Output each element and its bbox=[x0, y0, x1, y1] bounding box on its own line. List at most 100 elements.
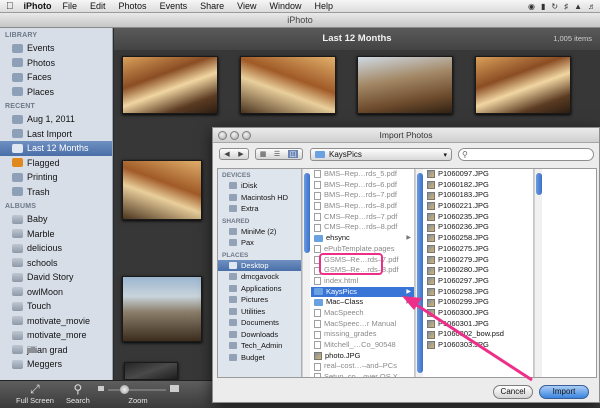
sidebar-item-places[interactable]: Places bbox=[0, 85, 112, 100]
sidebar-item-trash[interactable]: Trash bbox=[0, 185, 112, 200]
fullscreen-button[interactable]: ⤢ Full Screen bbox=[16, 383, 54, 406]
bluetooth-icon[interactable]: ♯ bbox=[564, 2, 568, 11]
image-file-row[interactable]: P1060302_bow.psd bbox=[424, 329, 533, 340]
file-row[interactable]: BMS–Rep…rds–6.pdf bbox=[311, 180, 414, 191]
sidebar-item-tech-admin[interactable]: Tech_Admin bbox=[218, 340, 301, 352]
file-row[interactable]: Mitchell_…Co_90548 bbox=[311, 340, 414, 351]
menu-window[interactable]: Window bbox=[269, 1, 301, 11]
zoom-icon[interactable] bbox=[242, 131, 251, 140]
sidebar-item-pax[interactable]: Pax bbox=[218, 237, 301, 249]
menu-edit[interactable]: Edit bbox=[90, 1, 106, 11]
image-file-row[interactable]: P1060221.JPG bbox=[424, 201, 533, 212]
back-icon[interactable]: ◀ bbox=[224, 150, 229, 158]
minimize-icon[interactable] bbox=[230, 131, 239, 140]
sidebar-item-printing[interactable]: Printing bbox=[0, 170, 112, 185]
image-file-row[interactable]: P1060235.JPG bbox=[424, 212, 533, 223]
menu-file[interactable]: File bbox=[63, 1, 78, 11]
album-item[interactable]: schools bbox=[0, 256, 112, 271]
sidebar-item-pictures[interactable]: Pictures bbox=[218, 294, 301, 306]
image-file-row[interactable]: P1060279.JPG bbox=[424, 255, 533, 266]
icon-view-icon[interactable]: ▦ bbox=[260, 150, 267, 158]
folder-row[interactable]: ehsync ▶ bbox=[311, 233, 414, 244]
photo-thumbnail[interactable] bbox=[122, 160, 202, 220]
close-icon[interactable] bbox=[218, 131, 227, 140]
album-item[interactable]: owlMoon bbox=[0, 285, 112, 300]
search-input[interactable]: ⚲ bbox=[458, 148, 594, 161]
volume-icon[interactable]: ♬ bbox=[588, 2, 596, 11]
sidebar-item-events[interactable]: Events bbox=[0, 41, 112, 56]
sidebar-item-last-12-months[interactable]: Last 12 Months bbox=[0, 141, 112, 156]
file-row[interactable]: BMS–Rep…rds–7.pdf bbox=[311, 190, 414, 201]
album-item[interactable]: Meggers bbox=[0, 357, 112, 372]
photo-thumbnail[interactable] bbox=[122, 56, 218, 114]
battery-icon[interactable]: ▮ bbox=[541, 2, 545, 11]
sidebar-item-macintosh-hd[interactable]: Macintosh HD bbox=[218, 192, 301, 204]
album-item[interactable]: motivate_movie bbox=[0, 314, 112, 329]
image-file-row[interactable]: P1060275.JPG bbox=[424, 244, 533, 255]
image-file-row[interactable]: P1060183.JPG bbox=[424, 190, 533, 201]
image-file-row[interactable]: P1060236.JPG bbox=[424, 222, 533, 233]
zoom-slider[interactable] bbox=[96, 383, 180, 396]
apple-icon[interactable]:  bbox=[6, 1, 14, 12]
wifi-icon[interactable]: ▲ bbox=[574, 2, 582, 11]
scroll-knob[interactable] bbox=[417, 173, 423, 373]
album-item[interactable]: David Story bbox=[0, 270, 112, 285]
photo-thumbnail[interactable] bbox=[475, 56, 571, 114]
file-row[interactable]: missing_grades bbox=[311, 329, 414, 340]
album-item[interactable]: Touch bbox=[0, 299, 112, 314]
file-row[interactable]: index.html bbox=[311, 276, 414, 287]
menu-share[interactable]: Share bbox=[200, 1, 224, 11]
image-file-row[interactable]: P1060300.JPG bbox=[424, 308, 533, 319]
photo-thumbnail[interactable] bbox=[240, 56, 336, 114]
sidebar-item-aug-1-2011[interactable]: Aug 1, 2011 bbox=[0, 112, 112, 127]
photo-thumbnail[interactable] bbox=[357, 56, 453, 114]
zoom-thumb[interactable] bbox=[120, 385, 129, 394]
sidebar-item-documents[interactable]: Documents bbox=[218, 317, 301, 329]
image-file-row[interactable]: P1060097.JPG bbox=[424, 169, 533, 180]
file-row[interactable]: MacSpeech bbox=[311, 308, 414, 319]
sidebar-item-budget[interactable]: Budget bbox=[218, 352, 301, 364]
column-view-icon[interactable]: ◫ bbox=[287, 150, 299, 158]
path-popup[interactable]: KaysPics ▾ bbox=[310, 148, 452, 161]
file-row[interactable]: CMS–Rep…rds–8.pdf bbox=[311, 222, 414, 233]
sidebar-item-applications[interactable]: Applications bbox=[218, 283, 301, 295]
file-row[interactable]: Setup–co…over OS X bbox=[311, 372, 414, 377]
image-file-row[interactable]: P1060303.JPG bbox=[424, 340, 533, 351]
photo-thumbnail[interactable] bbox=[122, 276, 202, 342]
menu-help[interactable]: Help bbox=[314, 1, 333, 11]
album-item[interactable]: motivate_more bbox=[0, 328, 112, 343]
sidebar-item-desktop[interactable]: Desktop bbox=[218, 259, 301, 271]
file-row[interactable]: photo.JPG bbox=[311, 351, 414, 362]
sidebar-item-extra[interactable]: Extra bbox=[218, 203, 301, 215]
scroll-knob[interactable] bbox=[536, 173, 542, 195]
album-item[interactable]: delicious bbox=[0, 241, 112, 256]
file-row[interactable]: real–cost…–and–PCs bbox=[311, 361, 414, 372]
column-scrollbar[interactable] bbox=[415, 169, 423, 377]
folder-row[interactable]: Mac–Class ▶ bbox=[311, 297, 414, 308]
search-button[interactable]: ⚲ Search bbox=[66, 383, 90, 406]
album-item[interactable]: Baby bbox=[0, 212, 112, 227]
file-row[interactable]: BMS–Rep…rds_5.pdf bbox=[311, 169, 414, 180]
sidebar-item-minime[interactable]: MiniMe (2) bbox=[218, 226, 301, 238]
column-scrollbar[interactable] bbox=[534, 169, 542, 377]
image-file-row[interactable]: P1060301.JPG bbox=[424, 319, 533, 330]
sidebar-item-faces[interactable]: Faces bbox=[0, 70, 112, 85]
album-item[interactable]: Marble bbox=[0, 227, 112, 242]
import-button[interactable]: Import bbox=[539, 385, 589, 399]
sidebar-scrollbar[interactable] bbox=[302, 169, 310, 377]
cancel-button[interactable]: Cancel bbox=[493, 385, 533, 399]
status-icon[interactable]: ◉ bbox=[528, 2, 535, 11]
forward-icon[interactable]: ▶ bbox=[238, 150, 243, 158]
sidebar-item-utilities[interactable]: Utilities bbox=[218, 306, 301, 318]
menu-photos[interactable]: Photos bbox=[119, 1, 147, 11]
sync-icon[interactable]: ↻ bbox=[551, 2, 558, 11]
file-row[interactable]: BMS–Rep…rds–8.pdf bbox=[311, 201, 414, 212]
album-item[interactable]: jillian grad bbox=[0, 343, 112, 358]
image-file-row[interactable]: P1060298.JPG bbox=[424, 287, 533, 298]
file-row[interactable]: MacSpeec…r Manual bbox=[311, 319, 414, 330]
sidebar-item-flagged[interactable]: Flagged bbox=[0, 156, 112, 171]
image-file-row[interactable]: P1060297.JPG bbox=[424, 276, 533, 287]
image-file-row[interactable]: P1060182.JPG bbox=[424, 180, 533, 191]
menu-view[interactable]: View bbox=[237, 1, 256, 11]
sidebar-item-idisk[interactable]: iDisk bbox=[218, 180, 301, 192]
